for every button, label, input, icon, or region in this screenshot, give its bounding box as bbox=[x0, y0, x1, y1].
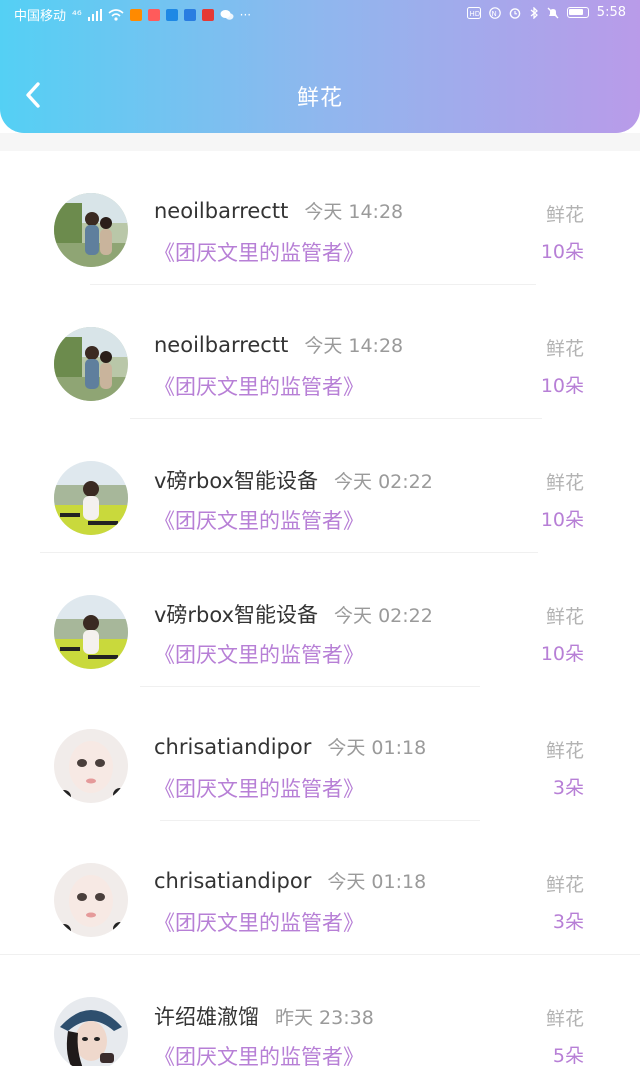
alarm-icon bbox=[509, 7, 521, 19]
book-title[interactable]: 《团厌文里的监管者》 bbox=[154, 773, 364, 803]
name-line: v磅rbox智能设备 今天 02:22 bbox=[154, 465, 433, 495]
sender-name[interactable]: chrisatiandipor bbox=[154, 869, 311, 893]
avatar-image bbox=[54, 729, 128, 803]
avatar[interactable] bbox=[54, 193, 128, 267]
page-title: 鲜花 bbox=[296, 86, 343, 111]
app-notification-icon bbox=[129, 8, 142, 21]
avatar[interactable] bbox=[54, 997, 128, 1066]
gift-count: 10朵 bbox=[540, 643, 584, 665]
app-notification-icon bbox=[201, 8, 214, 21]
sender-name[interactable]: chrisatiandipor bbox=[154, 735, 311, 759]
gift-type: 鲜花 bbox=[545, 204, 584, 226]
nfc-icon: N bbox=[488, 6, 501, 19]
book-title[interactable]: 《团厌文里的监管者》 bbox=[154, 371, 364, 401]
name-line: chrisatiandipor 今天 01:18 bbox=[154, 733, 426, 760]
avatar-image bbox=[54, 997, 128, 1066]
sender-name[interactable]: v磅rbox智能设备 bbox=[154, 599, 318, 629]
battery-icon bbox=[566, 7, 589, 18]
sent-time: 今天 02:22 bbox=[334, 471, 433, 493]
list-item[interactable]: v磅rbox智能设备 今天 02:22 《团厌文里的监管者》 鲜花 10朵 bbox=[0, 553, 640, 687]
gift-type: 鲜花 bbox=[545, 606, 584, 628]
clock-label: 5:58 bbox=[596, 5, 626, 20]
app-notification-icon bbox=[165, 8, 178, 21]
sent-time: 今天 02:22 bbox=[334, 605, 433, 627]
gift-count: 3朵 bbox=[552, 911, 584, 933]
gift-type: 鲜花 bbox=[545, 1008, 584, 1030]
network-type-label: ⁴⁶ bbox=[72, 7, 82, 22]
sender-name[interactable]: neoilbarrectt bbox=[154, 333, 288, 357]
svg-text:HD: HD bbox=[469, 10, 480, 18]
avatar-image bbox=[54, 193, 128, 267]
svg-text:N: N bbox=[491, 10, 496, 18]
list-item[interactable]: neoilbarrectt 今天 14:28 《团厌文里的监管者》 鲜花 10朵 bbox=[0, 285, 640, 419]
gift-type: 鲜花 bbox=[545, 874, 584, 896]
book-title[interactable]: 《团厌文里的监管者》 bbox=[154, 639, 364, 669]
wifi-icon bbox=[108, 8, 124, 21]
sent-time: 今天 01:18 bbox=[327, 737, 427, 759]
signal-icon bbox=[87, 8, 102, 21]
hd-icon: HD bbox=[466, 6, 481, 19]
app-notification-icon bbox=[147, 8, 160, 21]
list-item[interactable]: v磅rbox智能设备 今天 02:22 《团厌文里的监管者》 鲜花 10朵 bbox=[0, 419, 640, 553]
list-item[interactable]: neoilbarrectt 今天 14:28 《团厌文里的监管者》 鲜花 10朵 bbox=[0, 151, 640, 285]
status-right: HD N 5:58 bbox=[466, 5, 626, 20]
avatar[interactable] bbox=[54, 863, 128, 937]
app-screen: 中国移动 ⁴⁶ ··· HD N 5:58 鲜花 neoilbarrectt 今… bbox=[0, 0, 640, 1066]
bluetooth-icon bbox=[530, 6, 538, 19]
status-bar: 中国移动 ⁴⁶ ··· HD N 5:58 bbox=[0, 0, 640, 28]
avatar-image bbox=[54, 461, 128, 535]
status-left: 中国移动 ⁴⁶ ··· bbox=[14, 5, 252, 25]
gift-count: 5朵 bbox=[552, 1045, 584, 1066]
book-title[interactable]: 《团厌文里的监管者》 bbox=[154, 505, 364, 535]
name-line: neoilbarrectt 今天 14:28 bbox=[154, 197, 403, 224]
gift-count: 10朵 bbox=[540, 375, 584, 397]
avatar-image bbox=[54, 863, 128, 937]
sent-time: 今天 14:28 bbox=[304, 335, 404, 357]
name-line: 许绍雄澈馏 昨天 23:38 bbox=[154, 1001, 374, 1031]
flower-record-list: neoilbarrectt 今天 14:28 《团厌文里的监管者》 鲜花 10朵… bbox=[0, 151, 640, 1066]
book-title[interactable]: 《团厌文里的监管者》 bbox=[154, 1041, 364, 1066]
section-gap bbox=[0, 133, 640, 151]
list-item[interactable]: chrisatiandipor 今天 01:18 《团厌文里的监管者》 鲜花 3… bbox=[0, 687, 640, 821]
sent-time: 昨天 23:38 bbox=[275, 1007, 374, 1029]
name-line: chrisatiandipor 今天 01:18 bbox=[154, 867, 426, 894]
list-item[interactable]: chrisatiandipor 今天 01:18 《团厌文里的监管者》 鲜花 3… bbox=[0, 821, 640, 955]
avatar[interactable] bbox=[54, 461, 128, 535]
list-item[interactable]: 许绍雄澈馏 昨天 23:38 《团厌文里的监管者》 鲜花 5朵 bbox=[0, 955, 640, 1066]
sent-time: 今天 14:28 bbox=[304, 201, 404, 223]
more-notifications-icon: ··· bbox=[239, 7, 252, 22]
name-line: neoilbarrectt 今天 14:28 bbox=[154, 331, 403, 358]
sent-time: 今天 01:18 bbox=[327, 871, 427, 893]
carrier-label: 中国移动 bbox=[14, 9, 67, 24]
mute-icon bbox=[547, 7, 559, 18]
avatar-image bbox=[54, 327, 128, 401]
avatar[interactable] bbox=[54, 327, 128, 401]
gift-count: 10朵 bbox=[540, 241, 584, 263]
book-title[interactable]: 《团厌文里的监管者》 bbox=[154, 237, 364, 267]
name-line: v磅rbox智能设备 今天 02:22 bbox=[154, 599, 433, 629]
header-bar: 中国移动 ⁴⁶ ··· HD N 5:58 鲜花 bbox=[0, 0, 640, 133]
sender-name[interactable]: 许绍雄澈馏 bbox=[154, 1001, 259, 1031]
book-title[interactable]: 《团厌文里的监管者》 bbox=[154, 907, 364, 937]
gift-count: 3朵 bbox=[552, 777, 584, 799]
avatar-image bbox=[54, 595, 128, 669]
gift-type: 鲜花 bbox=[545, 740, 584, 762]
sender-name[interactable]: neoilbarrectt bbox=[154, 199, 288, 223]
gift-count: 10朵 bbox=[540, 509, 584, 531]
avatar[interactable] bbox=[54, 729, 128, 803]
gift-type: 鲜花 bbox=[545, 338, 584, 360]
app-notification-icon bbox=[183, 8, 196, 21]
avatar[interactable] bbox=[54, 595, 128, 669]
sender-name[interactable]: v磅rbox智能设备 bbox=[154, 465, 318, 495]
gift-type: 鲜花 bbox=[545, 472, 584, 494]
wechat-icon bbox=[220, 9, 234, 20]
